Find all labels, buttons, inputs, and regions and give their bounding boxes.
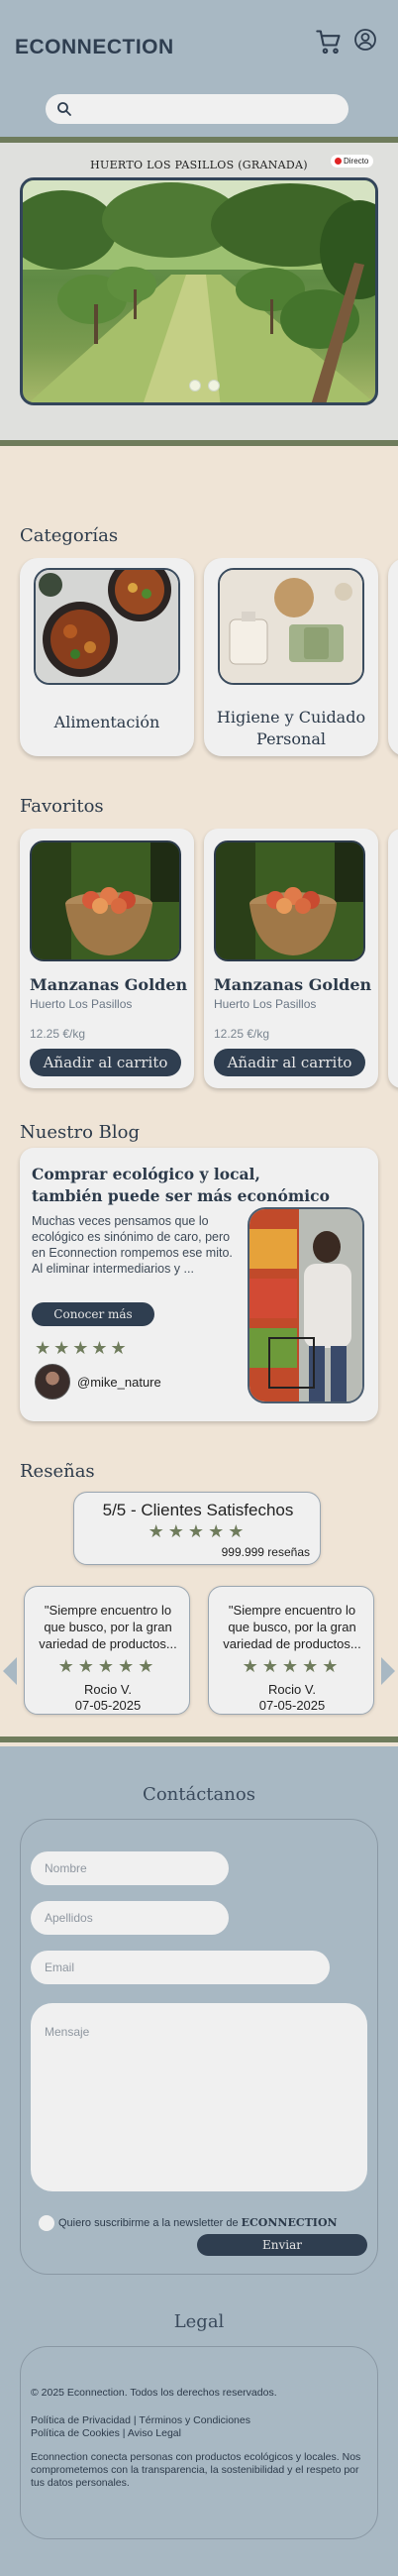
quote-line: que busco, por la gran (228, 1620, 356, 1634)
newsletter-checkbox[interactable] (39, 2215, 54, 2231)
product-farm: Huerto Los Pasillos (30, 997, 133, 1011)
favorites-carousel[interactable]: Manzanas Golden Huerto Los Pasillos 12.2… (0, 829, 398, 1096)
carousel-dot-2[interactable] (208, 380, 220, 392)
review-quote: "Siempre encuentro lo que busco, por la … (33, 1602, 183, 1652)
blog-title: Nuestro Blog (20, 1122, 140, 1143)
search-icon (57, 102, 71, 116)
logo[interactable]: ECONNECTION (15, 36, 174, 59)
product-image (30, 840, 181, 961)
category-label: Higiene y Cuidado Personal (204, 707, 378, 750)
reviews-summary: 5/5 - Clientes Satisfechos ★★★★★ 999.999… (73, 1492, 321, 1565)
legal-title: Legal (173, 2311, 225, 2332)
category-label-line: Personal (256, 729, 326, 748)
contact-form: Nombre Apellidos Email Mensaje Quiero su… (20, 1819, 378, 2275)
copyright-text: © 2025 Econnection. Todos los derechos r… (31, 2387, 277, 2399)
product-price: 12.25 €/kg (30, 1027, 86, 1041)
newsletter-brand: ECONNECTION (241, 2216, 338, 2229)
author-name: Rocio V. (84, 1682, 132, 1697)
read-more-button[interactable]: Conocer más (32, 1302, 154, 1326)
author-name: Rocio V. (268, 1682, 316, 1697)
product-farm: Huerto Los Pasillos (214, 997, 317, 1011)
categories-carousel[interactable]: Alimentación Higiene y Cuidado Personal (0, 558, 398, 766)
next-arrow-icon[interactable] (381, 1657, 395, 1685)
about-text: Econnection conecta personas con product… (31, 2451, 361, 2489)
legal-links-2[interactable]: Política de Cookies | Aviso Legal (31, 2427, 369, 2440)
categories-section: Categorías Alimentación Higiene y Cuidad… (0, 525, 398, 766)
carousel-dots (189, 379, 227, 396)
review-card: "Siempre encuentro lo que busco, por la … (208, 1586, 374, 1715)
search-input[interactable] (46, 94, 348, 124)
avatar[interactable] (35, 1364, 70, 1400)
rating-stars: ★★★★★ (148, 1521, 249, 1541)
review-card: "Siempre encuentro lo que busco, por la … (24, 1586, 190, 1715)
review-date: 07-05-2025 (258, 1698, 326, 1713)
quote-line: variedad de productos... (39, 1636, 177, 1651)
author-handle[interactable]: @mike_nature (77, 1375, 161, 1390)
rating-stars: ★★★★★ (35, 1338, 130, 1358)
hero-image[interactable] (20, 177, 378, 405)
favorites-section: Favoritos Manzanas Golden Huerto Los Pas… (0, 796, 398, 1096)
category-card-hygiene[interactable]: Higiene y Cuidado Personal (204, 558, 378, 756)
product-name: Manzanas Golden (30, 975, 188, 994)
product-card[interactable]: Manzanas Golden Huerto Los Pasillos 12.2… (204, 829, 378, 1088)
product-name: Manzanas Golden (214, 975, 372, 994)
product-card-next[interactable] (388, 829, 398, 1088)
send-button[interactable]: Enviar (197, 2234, 367, 2256)
live-dot-icon (335, 158, 342, 165)
quote-line: que busco, por la gran (44, 1620, 172, 1634)
reviews-title: Reseñas (20, 1461, 95, 1482)
review-quote: "Siempre encuentro lo que busco, por la … (217, 1602, 367, 1652)
user-icon[interactable] (353, 28, 377, 52)
blog-card[interactable]: Comprar ecológico y local, también puede… (20, 1148, 378, 1421)
add-to-cart-button[interactable]: Añadir al carrito (214, 1049, 365, 1076)
legal-links-1[interactable]: Política de Privacidad | Términos y Cond… (31, 2414, 369, 2427)
category-label-line: Higiene y Cuidado (216, 708, 366, 727)
quote-line: "Siempre encuentro lo (44, 1603, 172, 1618)
live-badge: Directo (331, 155, 374, 168)
email-field[interactable]: Email (31, 1951, 330, 1984)
review-author: Rocio V. 07-05-2025 (25, 1682, 191, 1714)
categories-title: Categorías (20, 525, 119, 546)
rating-stars: ★★★★★ (242, 1656, 343, 1676)
rating-stars: ★★★★★ (57, 1656, 158, 1676)
blog-image (248, 1207, 364, 1403)
product-price: 12.25 €/kg (214, 1027, 270, 1041)
review-author: Rocio V. 07-05-2025 (209, 1682, 375, 1714)
blog-post-title-line: Comprar ecológico y local, (32, 1165, 260, 1183)
quote-line: "Siempre encuentro lo (228, 1603, 356, 1618)
favorites-title: Favoritos (20, 796, 104, 817)
blog-excerpt: Muchas veces pensamos que lo ecológico e… (32, 1214, 233, 1276)
review-count: 999.999 reseñas (221, 1545, 310, 1559)
divider (0, 1736, 398, 1742)
product-card[interactable]: Manzanas Golden Huerto Los Pasillos 12.2… (20, 829, 194, 1088)
blog-post-title-line: también puede ser más económico (32, 1186, 330, 1205)
add-to-cart-button[interactable]: Añadir al carrito (30, 1049, 181, 1076)
newsletter-text: Quiero suscribirme a la newsletter de (58, 2217, 242, 2229)
quote-line: variedad de productos... (223, 1636, 361, 1651)
blog-post-title: Comprar ecológico y local, también puede… (32, 1164, 368, 1207)
category-label: Alimentación (53, 713, 160, 731)
category-image (218, 568, 364, 685)
contact-title: Contáctanos (143, 1784, 255, 1805)
orchard-image (23, 180, 375, 402)
name-field[interactable]: Nombre (31, 1851, 229, 1885)
carousel-dot-1[interactable] (189, 380, 201, 392)
cart-icon[interactable] (315, 28, 343, 56)
newsletter-label: Quiero suscribirme a la newsletter de EC… (58, 2216, 338, 2229)
category-card-food[interactable]: Alimentación (20, 558, 194, 756)
category-card-next[interactable] (388, 558, 398, 756)
previous-arrow-icon[interactable] (3, 1657, 17, 1685)
legal-box: © 2025 Econnection. Todos los derechos r… (20, 2346, 378, 2539)
product-image (214, 840, 365, 961)
surname-field[interactable]: Apellidos (31, 1901, 229, 1935)
summary-text: 5/5 - Clientes Satisfechos (102, 1501, 294, 1519)
category-image (34, 568, 180, 685)
hero-carousel: HUERTO LOS PASILLOS (GRANADA) Directo (0, 143, 398, 440)
review-date: 07-05-2025 (74, 1698, 142, 1713)
message-field[interactable]: Mensaje (31, 2003, 367, 2191)
site-header: ECONNECTION (0, 0, 398, 137)
contact-section: Contáctanos Nombre Apellidos Email Mensa… (0, 1746, 398, 2576)
live-label: Directo (344, 157, 369, 166)
